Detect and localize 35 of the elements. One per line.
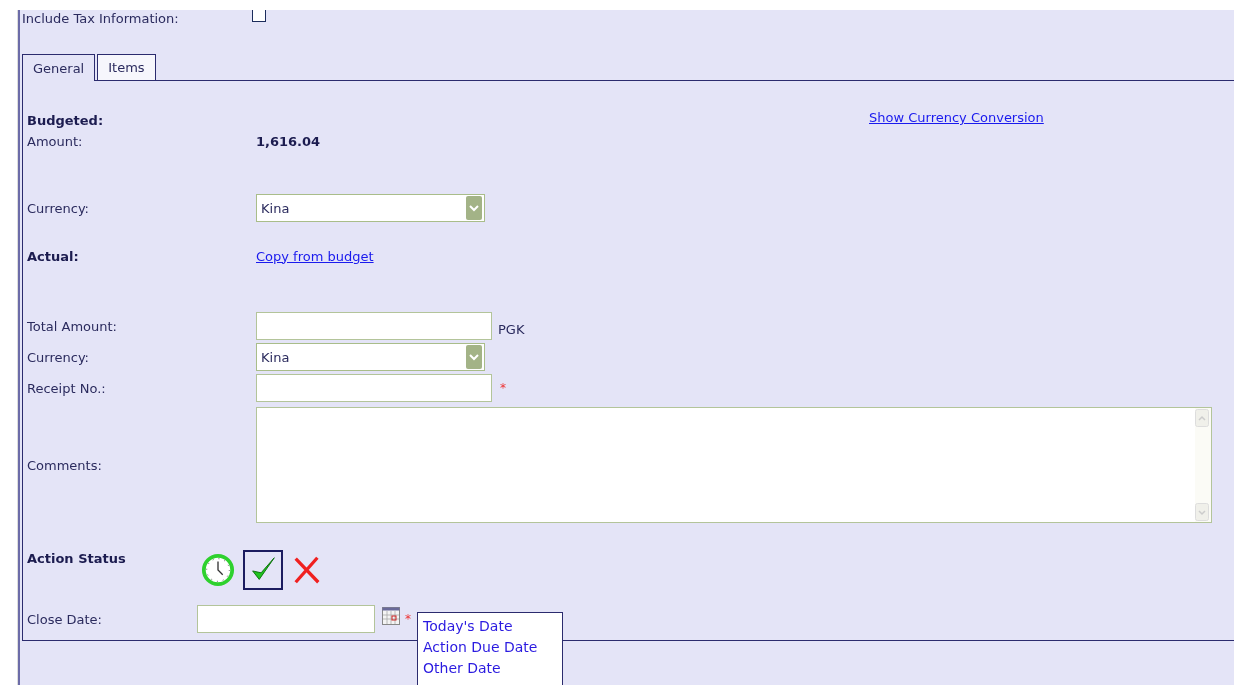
receipt-number-field[interactable] (256, 374, 492, 402)
field-label: Currency: (27, 200, 90, 216)
status-button[interactable] (243, 550, 283, 590)
clock-icon (201, 553, 235, 587)
copy-from-budget-link[interactable]: Copy from budget (256, 248, 374, 264)
field-label: Close Date: (27, 611, 103, 627)
currency-dropdown[interactable]: Kina (256, 343, 485, 371)
tab[interactable]: General (22, 54, 96, 81)
required-mark: * (500, 381, 506, 395)
field-label: Include Tax Information: (22, 10, 180, 26)
field-label: Amount: (27, 133, 84, 149)
currency-code: PGK (498, 321, 525, 337)
field-label: Comments: (27, 457, 103, 473)
field-label: Currency: (27, 349, 90, 365)
section-heading: Actual: (27, 248, 80, 264)
close-date-field[interactable] (197, 605, 375, 633)
total-amount-field[interactable] (256, 312, 492, 340)
scroll-up-icon[interactable] (1195, 409, 1209, 427)
comments-field[interactable] (256, 407, 1212, 523)
currency-conversion-link[interactable]: Show Currency Conversion (869, 110, 1044, 125)
section-heading: Action Status (27, 551, 127, 566)
scrollbar[interactable] (1195, 408, 1211, 522)
section-heading: Budgeted: (27, 112, 104, 128)
calendar-icon[interactable] (382, 607, 400, 625)
menu-item[interactable]: Today's Date (423, 616, 557, 637)
scroll-down-icon[interactable] (1195, 503, 1209, 521)
tab[interactable]: Items (97, 54, 156, 80)
checkbox[interactable] (252, 10, 266, 22)
field-label: Receipt No.: (27, 380, 107, 396)
amount-value: 1,616.04 (256, 133, 321, 149)
currency-dropdown[interactable]: Kina (256, 194, 485, 222)
required-mark: * (405, 612, 411, 626)
menu-item[interactable]: Action Due Date (423, 637, 557, 658)
field-label: Total Amount: (27, 318, 118, 334)
menu-item[interactable]: Other Date (423, 658, 557, 679)
